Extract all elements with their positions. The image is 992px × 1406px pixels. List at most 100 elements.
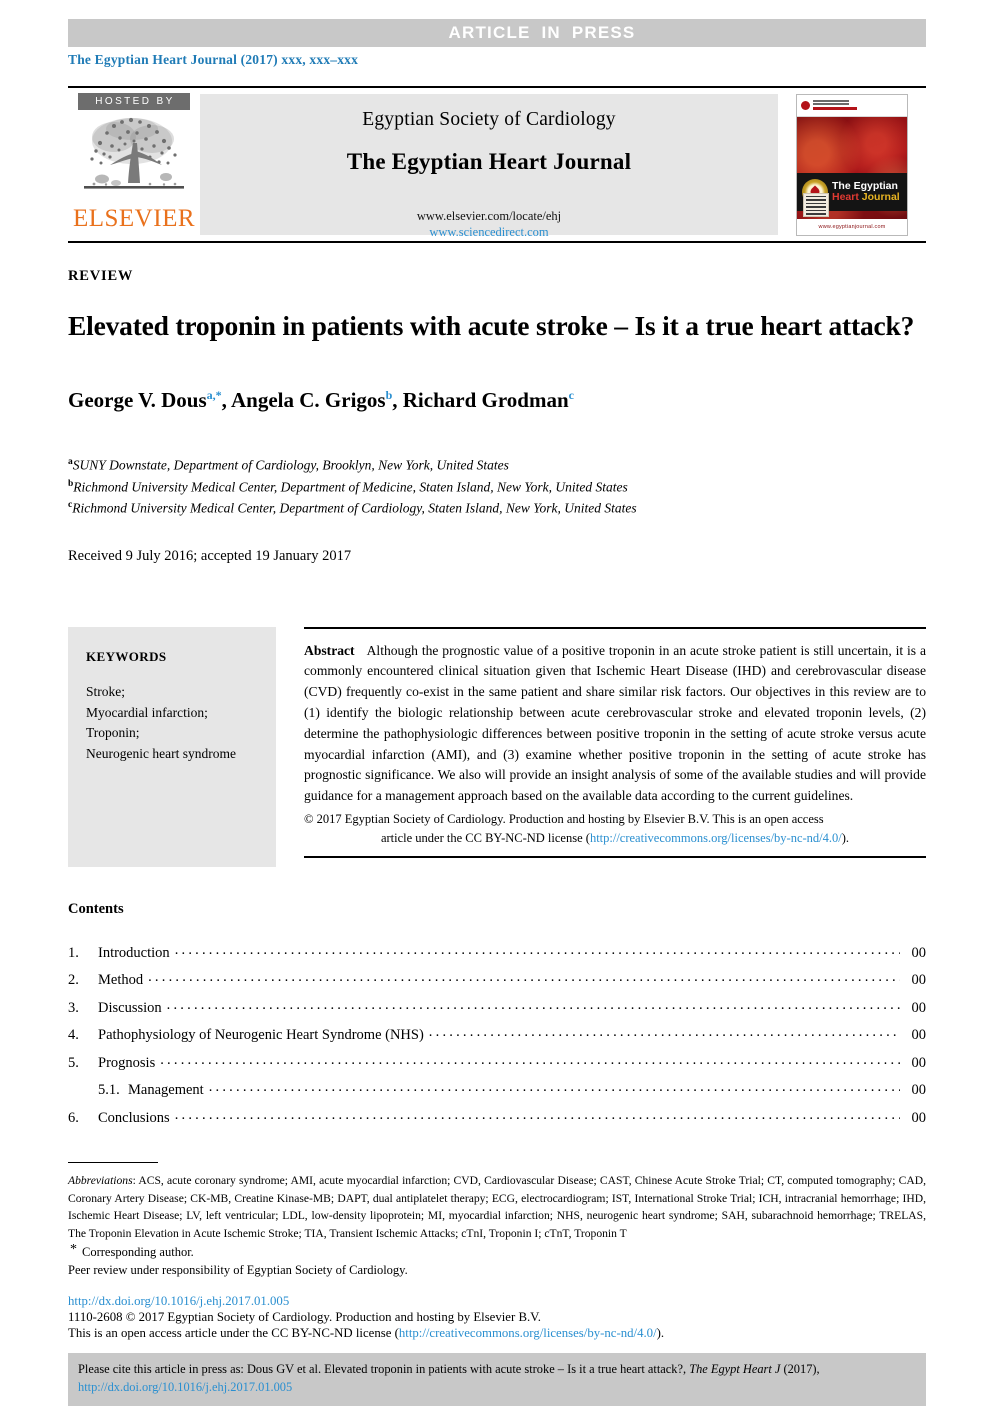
peer-review-note: Peer review under responsibility of Egyp…: [68, 1263, 408, 1278]
open-access-license-link[interactable]: http://creativecommons.org/licenses/by-n…: [399, 1326, 657, 1340]
author-name-1: George V. Dous: [68, 388, 207, 413]
license-link[interactable]: http://creativecommons.org/licenses/by-n…: [590, 831, 842, 845]
corresponding-author-note: * Corresponding author.: [68, 1242, 926, 1260]
toc-dot-leader: ........................................…: [428, 1024, 900, 1041]
citation-instruction-box: Please cite this article in press as: Do…: [68, 1353, 926, 1406]
author-list: George V. Dousa,*, Angela C. Grigosb, Ri…: [68, 388, 574, 413]
doi-link[interactable]: http://dx.doi.org/10.1016/j.ehj.2017.01.…: [68, 1294, 926, 1309]
article-title: Elevated troponin in patients with acute…: [68, 310, 915, 341]
journal-cover-thumbnail: The Egyptian Heart Journal www.egyptianj…: [796, 93, 908, 236]
toc-row[interactable]: 1. Introduction ........................…: [68, 940, 926, 968]
license-suffix: ).: [841, 830, 850, 845]
toc-dot-leader: ........................................…: [148, 969, 900, 986]
toc-page: 00: [911, 972, 927, 989]
citation-doi-link[interactable]: http://dx.doi.org/10.1016/j.ehj.2017.01.…: [78, 1380, 292, 1394]
toc-number: 6.: [68, 1109, 79, 1126]
author-name-3: Richard Grodman: [402, 388, 569, 413]
journal-masthead: HOSTED BY ELSEVIER Egyptian Society of C…: [68, 86, 926, 243]
citation-journal-abbrev: The Egypt Heart J: [689, 1362, 781, 1377]
toc-page: 00: [911, 1109, 927, 1126]
affiliation-a: aSUNY Downstate, Department of Cardiolog…: [68, 455, 926, 476]
cover-url-text: www.egyptianjournal.com: [818, 223, 886, 230]
toc-number: 4.: [68, 1027, 79, 1044]
toc-row[interactable]: 6. Conclusions .........................…: [68, 1105, 926, 1133]
toc-dot-leader: ........................................…: [174, 1106, 900, 1123]
article-first-page: ARTICLE IN PRESS The Egyptian Heart Jour…: [0, 0, 992, 1406]
toc-label[interactable]: Management: [128, 1077, 209, 1105]
toc-row[interactable]: 4. Pathophysiology of Neurogenic Heart S…: [68, 1022, 926, 1050]
journal-citation-line: The Egyptian Heart Journal (2017) xxx, x…: [68, 52, 359, 67]
elsevier-wordmark: ELSEVIER: [72, 205, 196, 232]
toc-dot-leader: ........................................…: [160, 1051, 900, 1068]
publisher-block: HOSTED BY ELSEVIER: [68, 88, 200, 241]
toc-page: 00: [911, 1027, 927, 1044]
cover-title-line2: Heart Journal: [832, 190, 900, 203]
open-access-prefix: This is an open access article under the…: [68, 1326, 399, 1341]
toc-number: 5.: [68, 1054, 79, 1071]
citation-year: (2017),: [780, 1362, 820, 1377]
toc-label[interactable]: Prognosis: [98, 1050, 160, 1078]
contents-heading: Contents: [68, 900, 124, 917]
toc-row[interactable]: 5. Prognosis ...........................…: [68, 1050, 926, 1078]
asterisk-icon: *: [70, 1242, 77, 1258]
affiliation-text-b: Richmond University Medical Center, Depa…: [73, 479, 628, 495]
cover-footer-url: www.egyptianjournal.com: [797, 218, 907, 235]
toc-number: 1.: [68, 944, 79, 961]
table-of-contents: Contents 1. Introduction ...............…: [68, 901, 926, 1133]
corresponding-author-text: Corresponding author.: [82, 1245, 194, 1260]
license-prefix: article under the CC BY-NC-ND license (: [380, 830, 590, 845]
toc-row[interactable]: 2. Method ..............................…: [68, 967, 926, 995]
journal-title: The Egyptian Heart Journal: [346, 149, 632, 174]
abstract-bottom-rule: [304, 855, 926, 858]
abstract-text: Although the prognostic value of a posit…: [304, 642, 926, 804]
cover-society-header: [797, 94, 907, 117]
toc-number: 3.: [68, 999, 79, 1016]
author-marks-3: c: [568, 388, 574, 403]
author-marks-1: a,*: [206, 388, 222, 403]
citation-prefix: Please cite this article in press as: Do…: [78, 1362, 690, 1377]
toc-page: 00: [911, 999, 927, 1016]
hosted-by-badge: HOSTED BY: [78, 93, 190, 110]
elsevier-tree-icon: [84, 117, 184, 189]
journal-urls: www.elsevier.com/locate/ehj www.scienced…: [417, 209, 561, 240]
abbreviations-note: Abbreviations: ACS, acute coronary syndr…: [68, 1172, 926, 1242]
society-name: Egyptian Society of Cardiology: [362, 109, 616, 130]
toc-dot-leader: ........................................…: [166, 996, 900, 1013]
affiliation-b: bRichmond University Medical Center, Dep…: [68, 477, 926, 498]
article-in-press-label: ARTICLE IN PRESS: [448, 23, 636, 42]
toc-dot-leader: ........................................…: [208, 1079, 900, 1096]
toc-row[interactable]: 3. Discussion ..........................…: [68, 995, 926, 1023]
abstract-box: Abstract Although the prognostic value of…: [304, 626, 926, 858]
author-marks-2: b: [385, 388, 393, 403]
toc-page: 00: [911, 944, 927, 961]
affiliation-text-c: Richmond University Medical Center, Depa…: [72, 500, 637, 516]
toc-label[interactable]: Discussion: [98, 995, 167, 1023]
toc-page: 00: [911, 1082, 927, 1099]
toc-dot-leader: ........................................…: [174, 941, 900, 958]
toc-number: 2.: [68, 972, 79, 989]
cover-barcode-icon: [803, 192, 829, 217]
affiliation-c: cRichmond University Medical Center, Dep…: [68, 498, 926, 519]
article-in-press-banner: ARTICLE IN PRESS: [68, 19, 926, 47]
abstract-copyright: © 2017 Egyptian Society of Cardiology. P…: [304, 810, 926, 848]
keywords-box: KEYWORDS Stroke; Myocardial infarction; …: [68, 626, 276, 867]
toc-label[interactable]: Introduction: [98, 940, 175, 968]
keywords-list: Stroke; Myocardial infarction; Troponin;…: [86, 683, 236, 762]
abstract-paragraph: Abstract Although the prognostic value of…: [304, 629, 926, 807]
toc-label[interactable]: Method: [98, 967, 148, 995]
received-accepted-dates: Received 9 July 2016; accepted 19 Januar…: [68, 547, 352, 564]
toc-label[interactable]: Conclusions: [98, 1105, 175, 1133]
toc-label[interactable]: Pathophysiology of Neurogenic Heart Synd…: [98, 1022, 429, 1050]
elsevier-url[interactable]: www.elsevier.com/locate/ehj: [417, 209, 561, 225]
copyright-line-1: © 2017 Egyptian Society of Cardiology. P…: [304, 812, 824, 827]
toc-number: 5.1.: [98, 1082, 120, 1099]
affiliation-list: aSUNY Downstate, Department of Cardiolog…: [68, 455, 926, 519]
abstract-label: Abstract: [304, 642, 355, 658]
toc-row-sub[interactable]: 5.1. Management ........................…: [68, 1077, 926, 1105]
author-name-2: Angela C. Grigos: [231, 388, 386, 413]
journal-cover-block: The Egyptian Heart Journal www.egyptianj…: [778, 88, 926, 241]
sciencedirect-url[interactable]: www.sciencedirect.com: [417, 225, 561, 241]
footnote-rule: [68, 1162, 158, 1164]
abbreviations-text: : ACS, acute coronary syndrome; AMI, acu…: [68, 1174, 926, 1240]
abstract-region: KEYWORDS Stroke; Myocardial infarction; …: [68, 626, 926, 867]
